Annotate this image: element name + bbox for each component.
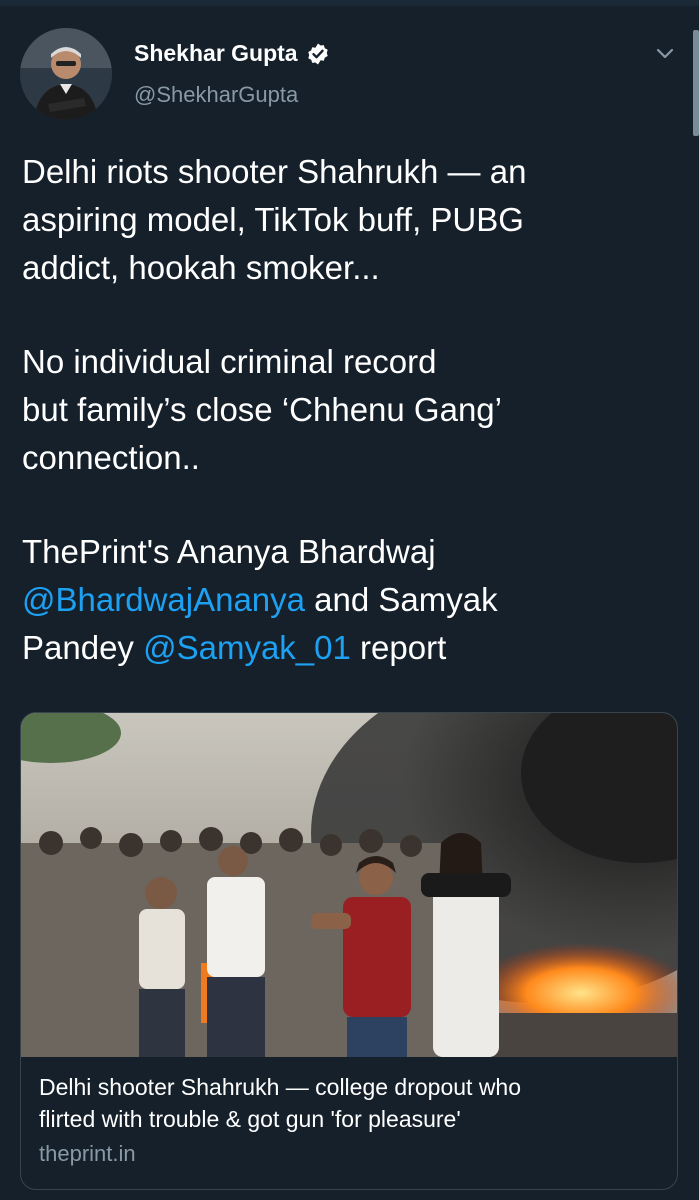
tweet-screen: Shekhar Gupta @ShekharGupta Delhi riots … <box>0 0 699 1200</box>
link-preview-card[interactable]: Delhi shooter Shahrukh — college dropout… <box>20 712 678 1190</box>
tweet-text-span: and Samyak <box>305 581 498 618</box>
tweet-text: Delhi riots shooter Shahrukh — an aspiri… <box>22 148 672 672</box>
tweet-line: but family’s close ‘Chhenu Gang’ <box>22 391 502 428</box>
verified-badge-icon <box>307 43 328 64</box>
card-image[interactable] <box>21 713 677 1057</box>
tweet-line: ThePrint's Ananya Bhardwaj <box>22 533 436 570</box>
author-row[interactable]: Shekhar Gupta <box>134 40 330 67</box>
author-name[interactable]: Shekhar Gupta <box>134 40 298 67</box>
scrollbar[interactable] <box>693 30 699 136</box>
card-domain: theprint.in <box>39 1141 136 1166</box>
mention-link[interactable]: @Samyak_01 <box>143 629 351 666</box>
author-handle[interactable]: @ShekharGupta <box>134 82 298 108</box>
tweet-text-span: Pandey <box>22 629 144 666</box>
tweet-line: Delhi riots shooter Shahrukh — an <box>22 153 527 190</box>
tweet-text-span: report <box>350 629 447 666</box>
tweet-line: @BhardwajAnanya and Samyak <box>22 576 672 624</box>
mention-link[interactable]: @BhardwajAnanya <box>22 581 305 618</box>
card-title-line: Delhi shooter Shahrukh — college dropout… <box>39 1074 522 1100</box>
tweet-line: aspiring model, TikTok buff, PUBG <box>22 201 524 238</box>
tweet-line: Pandey @Samyak_01 report <box>22 624 672 672</box>
card-title-line: flirted with trouble & got gun 'for plea… <box>39 1106 461 1132</box>
top-edge <box>0 0 699 6</box>
avatar[interactable] <box>20 28 112 120</box>
chevron-down-icon[interactable] <box>654 42 676 64</box>
card-body: Delhi shooter Shahrukh — college dropout… <box>21 1057 677 1167</box>
tweet-line: addict, hookah smoker... <box>22 249 380 286</box>
tweet-line: No individual criminal record <box>22 343 437 380</box>
tweet-line: connection.. <box>22 439 200 476</box>
